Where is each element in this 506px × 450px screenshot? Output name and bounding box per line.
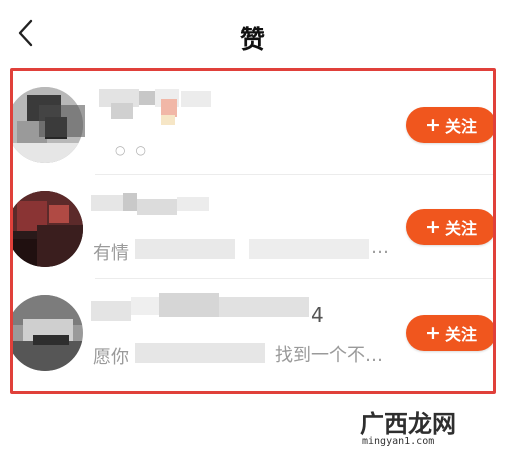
list-item[interactable]: ○○ + 关注	[13, 71, 493, 175]
watermark-url: mingyan1.com	[362, 436, 435, 447]
comment-preview-blur	[135, 239, 235, 259]
list-item[interactable]: 有情 … + 关注	[13, 175, 493, 279]
plus-icon: +	[425, 215, 441, 238]
watermark: 广西龙网 mingyan1.com	[358, 404, 498, 448]
comment-preview-blur	[135, 343, 265, 363]
follow-button[interactable]: + 关注	[406, 107, 493, 143]
comment-preview-blur	[249, 239, 369, 259]
comment-preview-prefix: 愿你	[93, 347, 129, 368]
plus-icon: +	[425, 113, 441, 136]
user-name-blurred	[91, 189, 231, 223]
follow-button[interactable]: + 关注	[406, 209, 493, 245]
comment-preview-suffix: …	[371, 237, 389, 258]
list-item[interactable]: 4 愿你 找到一个不… + 关注	[13, 279, 493, 383]
comment-preview-prefix: 有情	[93, 243, 129, 264]
avatar[interactable]	[13, 295, 83, 371]
avatar-overlap-blur	[39, 105, 85, 137]
top-bar: 赞	[0, 0, 506, 62]
plus-icon: +	[425, 321, 441, 344]
page-title: 赞	[239, 25, 266, 54]
user-name-blurred	[91, 293, 331, 327]
avatar[interactable]	[13, 191, 83, 267]
ellipsis-dots: ○○	[115, 143, 156, 157]
follow-button[interactable]: + 关注	[406, 315, 493, 351]
watermark-text: 广西龙网	[360, 409, 456, 438]
likes-list: ○○ + 关注 有情 … + 关注 4 愿你 找到一个不… + 关注	[10, 68, 496, 394]
comment-preview-suffix: 找到一个不…	[275, 345, 383, 366]
user-name-suffix: 4	[311, 303, 324, 327]
user-name-blurred	[91, 85, 231, 125]
